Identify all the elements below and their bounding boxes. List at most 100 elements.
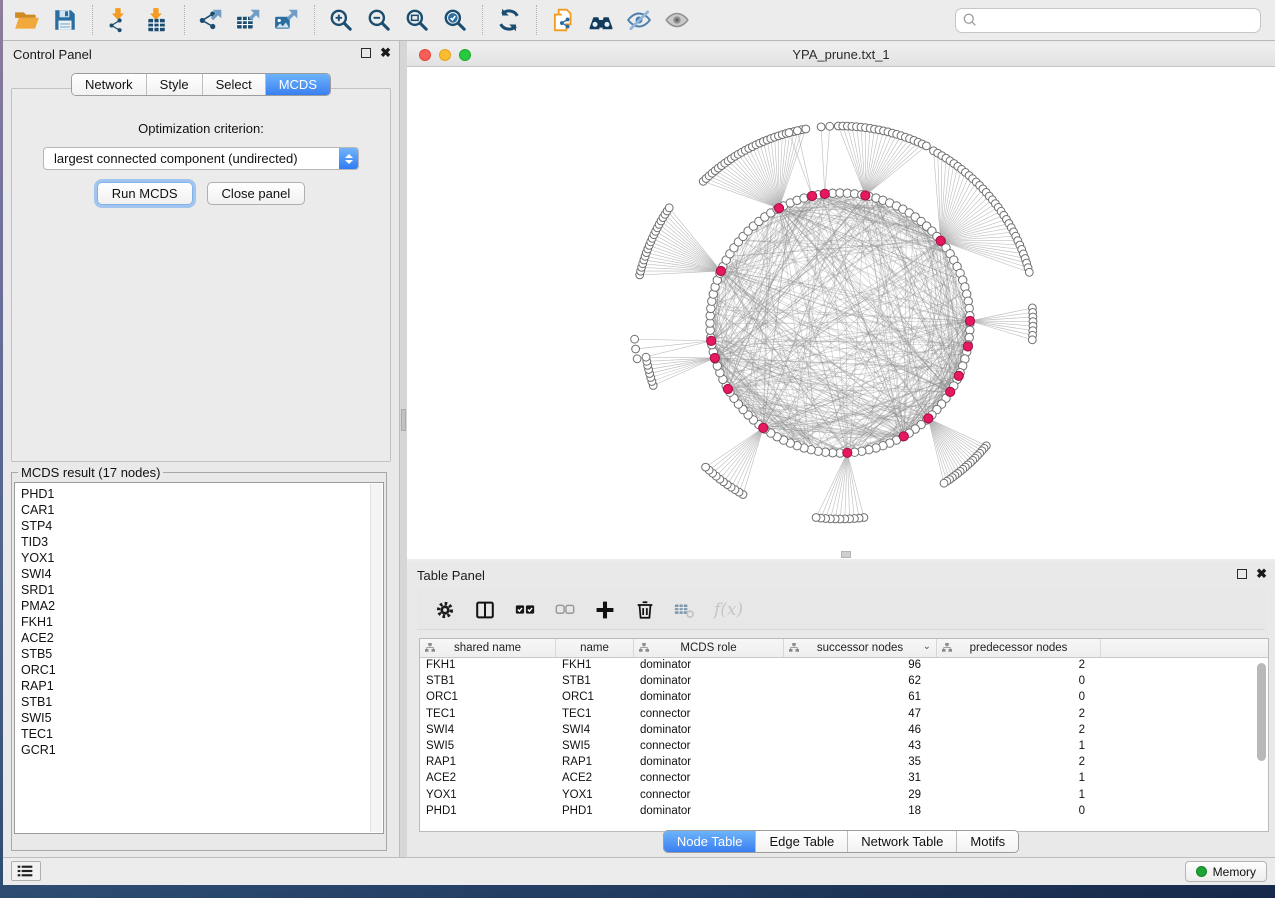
cell-MCDS-role[interactable]: connector [634,707,784,723]
cell-MCDS-role[interactable]: connector [634,788,784,804]
tab-network[interactable]: Network [72,74,146,95]
cell-successor-nodes[interactable]: 31 [784,771,937,787]
network-graph[interactable] [407,67,1275,559]
table-row[interactable]: TEC1TEC1connector472 [420,707,1268,723]
cell-successor-nodes[interactable]: 96 [784,658,937,674]
tab-motifs[interactable]: Motifs [956,831,1018,852]
cell-successor-nodes[interactable]: 18 [784,804,937,820]
zoom-in-button[interactable] [325,4,359,36]
zoom-out-button[interactable] [363,4,397,36]
mcds-result-item[interactable]: ACE2 [21,630,383,646]
table-row[interactable]: ACE2ACE2connector311 [420,771,1268,787]
cell-shared-name[interactable]: RAP1 [420,755,556,771]
cell-successor-nodes[interactable]: 61 [784,690,937,706]
column-header-successor-nodes[interactable]: successor nodes⌄ [784,639,937,657]
mcds-result-item[interactable]: RAP1 [21,678,383,694]
search-input[interactable] [955,8,1261,33]
run-mcds-button[interactable]: Run MCDS [97,182,193,205]
cell-name[interactable]: ORC1 [556,690,634,706]
column-header-name[interactable]: name [556,639,634,657]
refresh-button[interactable] [493,4,527,36]
deselect-all-button[interactable] [551,595,581,625]
cell-name[interactable]: PHD1 [556,804,634,820]
mcds-result-list[interactable]: PHD1CAR1STP4TID3YOX1SWI4SRD1PMA2FKH1ACE2… [14,482,384,834]
tab-mcds[interactable]: MCDS [265,74,330,95]
cell-name[interactable]: YOX1 [556,788,634,804]
close-panel-button[interactable]: Close panel [207,182,306,205]
table-row[interactable]: SWI4SWI4dominator462 [420,723,1268,739]
mcds-result-item[interactable]: ORC1 [21,662,383,678]
cell-successor-nodes[interactable]: 29 [784,788,937,804]
close-panel-icon[interactable]: ✖ [380,47,391,58]
table-row[interactable]: FKH1FKH1dominator962 [420,658,1268,674]
cell-name[interactable]: SWI5 [556,739,634,755]
cell-shared-name[interactable]: SWI4 [420,723,556,739]
export-image-button[interactable] [271,4,305,36]
mcds-result-item[interactable]: STP4 [21,518,383,534]
memory-button[interactable]: Memory [1185,861,1267,882]
split-view-button[interactable] [471,595,501,625]
column-header-predecessor-nodes[interactable]: predecessor nodes [937,639,1101,657]
cell-predecessor-nodes[interactable]: 1 [937,739,1101,755]
mcds-result-item[interactable]: SWI5 [21,710,383,726]
cell-MCDS-role[interactable]: dominator [634,755,784,771]
cell-MCDS-role[interactable]: dominator [634,723,784,739]
cell-predecessor-nodes[interactable]: 2 [937,723,1101,739]
open-folder-button[interactable] [11,4,45,36]
zoom-selected-button[interactable] [439,4,473,36]
add-row-button[interactable] [591,595,621,625]
cell-shared-name[interactable]: STB1 [420,674,556,690]
cell-predecessor-nodes[interactable]: 0 [937,674,1101,690]
cell-predecessor-nodes[interactable]: 2 [937,707,1101,723]
splitter-handle[interactable] [401,409,406,431]
delete-row-button[interactable] [631,595,661,625]
cell-name[interactable]: ACE2 [556,771,634,787]
tab-node-table[interactable]: Node Table [664,831,756,852]
mcds-result-item[interactable]: GCR1 [21,742,383,758]
cell-name[interactable]: SWI4 [556,723,634,739]
table-row[interactable]: YOX1YOX1connector291 [420,788,1268,804]
mcds-result-item[interactable]: STB1 [21,694,383,710]
cell-name[interactable]: STB1 [556,674,634,690]
zoom-fit-button[interactable] [401,4,435,36]
cell-name[interactable]: FKH1 [556,658,634,674]
cell-successor-nodes[interactable]: 43 [784,739,937,755]
cell-MCDS-role[interactable]: dominator [634,658,784,674]
cell-predecessor-nodes[interactable]: 1 [937,788,1101,804]
mcds-result-item[interactable]: STB5 [21,646,383,662]
show-panels-button[interactable] [11,861,41,881]
mcds-list-scrollbar[interactable] [370,484,382,832]
settings-button[interactable] [431,595,461,625]
table-row[interactable]: SWI5SWI5connector431 [420,739,1268,755]
cell-predecessor-nodes[interactable]: 1 [937,771,1101,787]
cell-MCDS-role[interactable]: connector [634,771,784,787]
window-minimize-icon[interactable] [439,49,451,61]
mcds-result-item[interactable]: CAR1 [21,502,383,518]
cell-name[interactable]: TEC1 [556,707,634,723]
save-button[interactable] [49,4,83,36]
column-header-MCDS-role[interactable]: MCDS role [634,639,784,657]
tab-select[interactable]: Select [202,74,265,95]
cell-name[interactable]: RAP1 [556,755,634,771]
window-close-icon[interactable] [419,49,431,61]
canvas-scroll-handle[interactable] [841,551,851,558]
cell-successor-nodes[interactable]: 35 [784,755,937,771]
table-row[interactable]: STB1STB1dominator620 [420,674,1268,690]
cell-shared-name[interactable]: ORC1 [420,690,556,706]
mcds-result-item[interactable]: SWI4 [21,566,383,582]
mcds-result-item[interactable]: FKH1 [21,614,383,630]
float-panel-icon[interactable] [1237,569,1247,579]
cell-successor-nodes[interactable]: 62 [784,674,937,690]
mcds-result-item[interactable]: PMA2 [21,598,383,614]
sort-chevron-icon[interactable]: ⌄ [923,641,931,652]
cell-MCDS-role[interactable]: dominator [634,690,784,706]
float-panel-icon[interactable] [361,48,371,58]
show-all-button[interactable] [661,4,695,36]
cell-successor-nodes[interactable]: 47 [784,707,937,723]
cell-predecessor-nodes[interactable]: 2 [937,755,1101,771]
mcds-result-item[interactable]: TID3 [21,534,383,550]
close-panel-icon[interactable]: ✖ [1256,568,1267,579]
import-table-button[interactable] [141,4,175,36]
first-neighbors-button[interactable] [585,4,619,36]
cell-shared-name[interactable]: ACE2 [420,771,556,787]
